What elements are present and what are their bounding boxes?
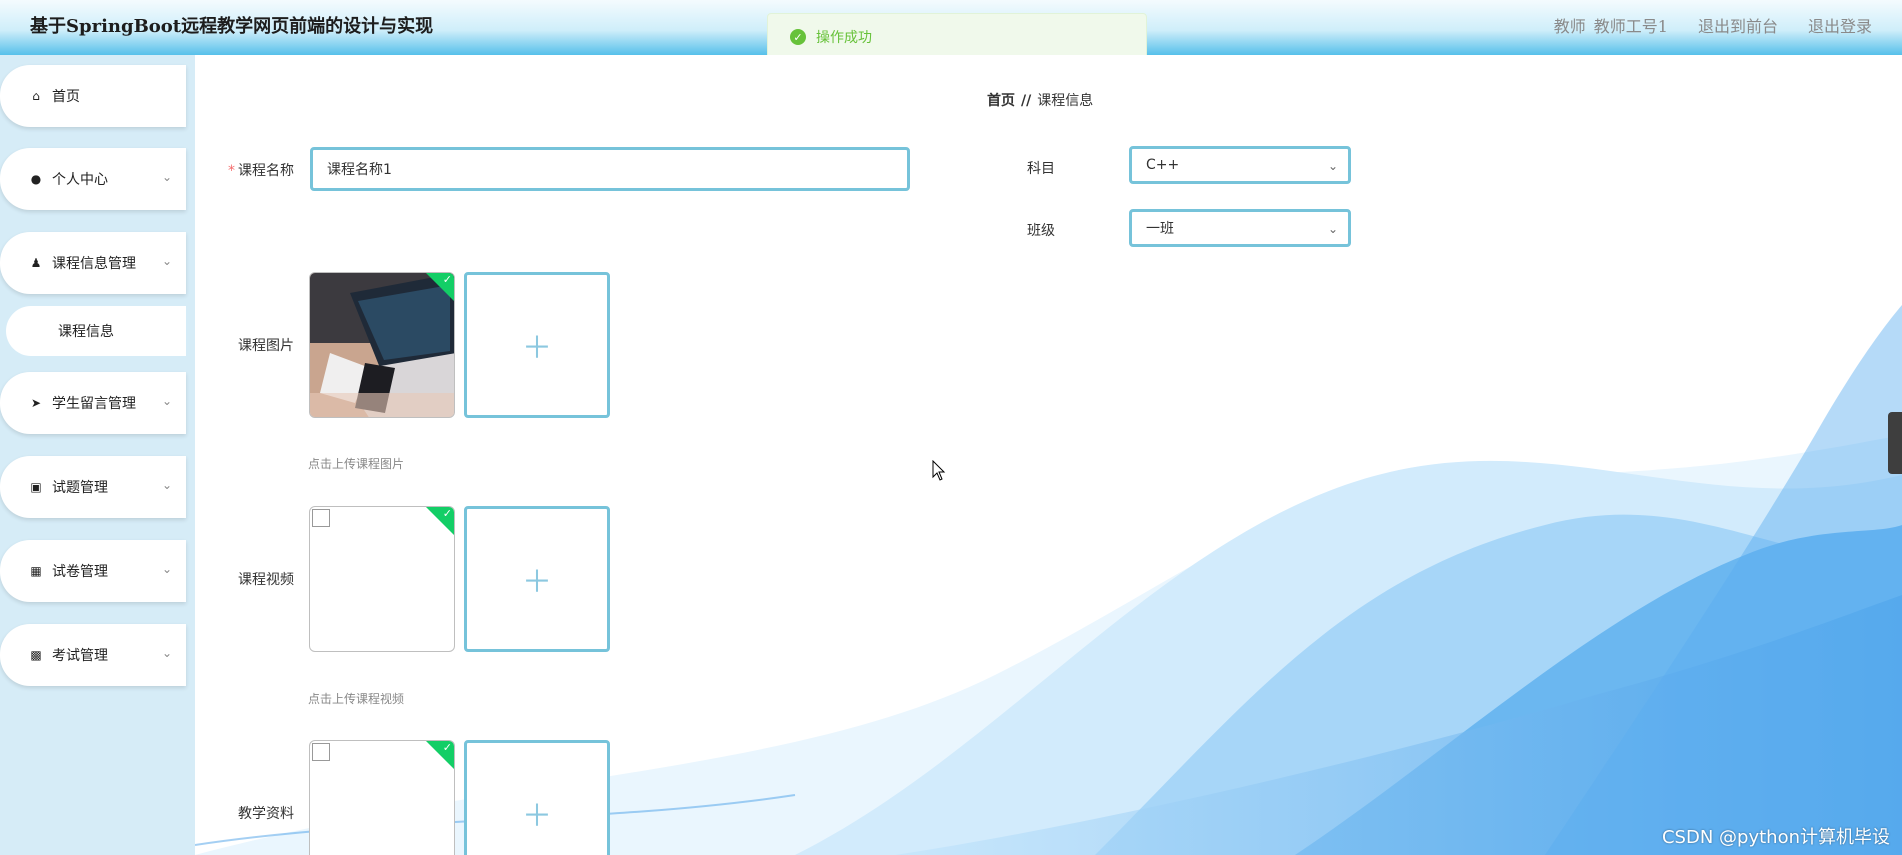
sidebar-item-label: 试卷管理	[52, 564, 108, 580]
course-image-thumbnail[interactable]: ✓	[309, 272, 455, 418]
chevron-down-icon: ⌄	[161, 394, 172, 408]
breadcrumb: 首页 // 课程信息	[987, 90, 1093, 110]
course-name-input[interactable]: 课程名称1	[310, 147, 910, 191]
plus-icon: ＋	[522, 565, 552, 600]
user-role: 教师	[1553, 17, 1586, 36]
course-name-label: * 课程名称	[215, 160, 294, 180]
chevron-down-icon: ⌄	[161, 646, 172, 660]
class-select[interactable]: 一班 ⌄	[1129, 209, 1351, 247]
sidebar-item-exam-management[interactable]: ▩ 考试管理 ⌄	[0, 624, 186, 686]
class-label: 班级	[1027, 223, 1055, 239]
required-asterisk: *	[228, 163, 235, 179]
chevron-down-icon: ⌄	[161, 562, 172, 576]
sidebar-item-label: 考试管理	[52, 648, 108, 664]
subject-selected-value: C++	[1146, 157, 1180, 173]
check-icon: ✓	[442, 507, 452, 520]
breadcrumb-current: 课程信息	[1037, 93, 1094, 109]
back-to-front-link[interactable]: 退出到前台	[1698, 13, 1778, 37]
sidebar-item-home[interactable]: ⌂ 首页	[0, 65, 186, 127]
side-panel-toggle[interactable]	[1888, 412, 1902, 474]
check-icon: ✓	[442, 273, 452, 286]
class-selected-value: 一班	[1146, 221, 1174, 237]
mouse-cursor-icon	[932, 460, 946, 481]
sidebar-item-question-management[interactable]: ▣ 试题管理 ⌄	[0, 456, 186, 518]
teaching-material-upload-button[interactable]: ＋	[464, 740, 610, 855]
toast-message: 操作成功	[816, 30, 872, 46]
sidebar-item-label: 课程信息管理	[52, 256, 136, 272]
course-image-label: 课程图片	[238, 338, 294, 354]
chevron-down-icon: ⌄	[161, 478, 172, 492]
sidebar-item-paper-management[interactable]: ▦ 试卷管理 ⌄	[0, 540, 186, 602]
sidebar-item-label: 首页	[52, 89, 80, 105]
user-icon: ●	[30, 172, 42, 186]
sidebar-item-course-management[interactable]: ♟ 课程信息管理 ⌄	[0, 232, 186, 294]
success-check-icon: ✓	[790, 29, 806, 45]
sidebar-subitem-course-info[interactable]: 课程信息	[6, 306, 186, 356]
plus-icon: ＋	[522, 331, 552, 366]
home-icon: ⌂	[32, 89, 40, 103]
logout-link[interactable]: 退出登录	[1808, 13, 1872, 37]
sidebar-item-personal-center[interactable]: ● 个人中心 ⌄	[0, 148, 186, 210]
grid-icon: ▦	[30, 564, 42, 578]
sidebar-item-label: 试题管理	[52, 480, 108, 496]
course-video-hint: 点击上传课程视频	[308, 692, 405, 706]
plus-icon: ＋	[522, 799, 552, 834]
teaching-material-thumbnail[interactable]: ✓	[309, 740, 455, 855]
watermark: CSDN @python计算机毕设	[1661, 827, 1890, 848]
app-title: 基于SpringBoot远程教学网页前端的设计与实现	[30, 16, 434, 37]
course-video-thumbnail[interactable]: ✓	[309, 506, 455, 652]
course-video-upload-button[interactable]: ＋	[464, 506, 610, 652]
user-tie-icon: ♟	[30, 256, 42, 270]
apps-icon: ▩	[30, 648, 42, 662]
chevron-down-icon: ⌄	[161, 170, 172, 184]
chevron-down-icon: ⌄	[161, 254, 172, 268]
breadcrumb-separator: //	[1021, 93, 1032, 109]
chevron-down-icon: ⌄	[1327, 222, 1338, 236]
subject-label: 科目	[1027, 161, 1055, 177]
header-user-area: 教师 教师工号1 退出到前台 退出登录	[1554, 13, 1872, 37]
broken-image-icon	[312, 743, 330, 761]
send-icon: ➤	[30, 396, 42, 410]
user-name: 教师工号1	[1593, 17, 1668, 36]
check-icon: ✓	[442, 741, 452, 754]
main-content: 首页 // 课程信息 * 课程名称 课程名称1 科目 C++ ⌄ 班级 一班 ⌄ 课程…	[195, 55, 1902, 855]
breadcrumb-home[interactable]: 首页	[987, 93, 1015, 109]
teaching-material-label: 教学资料	[238, 806, 294, 822]
course-image-hint: 点击上传课程图片	[308, 457, 405, 471]
subject-select[interactable]: C++ ⌄	[1129, 146, 1351, 184]
course-video-label: 课程视频	[238, 572, 294, 588]
course-name-label-text: 课程名称	[238, 163, 294, 179]
chevron-down-icon: ⌄	[1327, 159, 1338, 173]
sidebar-item-label: 个人中心	[52, 172, 108, 188]
sidebar: ⌂ 首页 ● 个人中心 ⌄ ♟ 课程信息管理 ⌄ 课程信息 ➤ 学生留言管理 ⌄…	[0, 55, 195, 855]
sidebar-item-message-management[interactable]: ➤ 学生留言管理 ⌄	[0, 372, 186, 434]
sidebar-item-label: 学生留言管理	[52, 396, 136, 412]
course-image-upload-button[interactable]: ＋	[464, 272, 610, 418]
sidebar-item-label: 课程信息	[58, 324, 114, 340]
broken-image-icon	[312, 509, 330, 527]
success-toast: ✓ 操作成功	[767, 13, 1147, 61]
clipboard-icon: ▣	[30, 480, 42, 494]
